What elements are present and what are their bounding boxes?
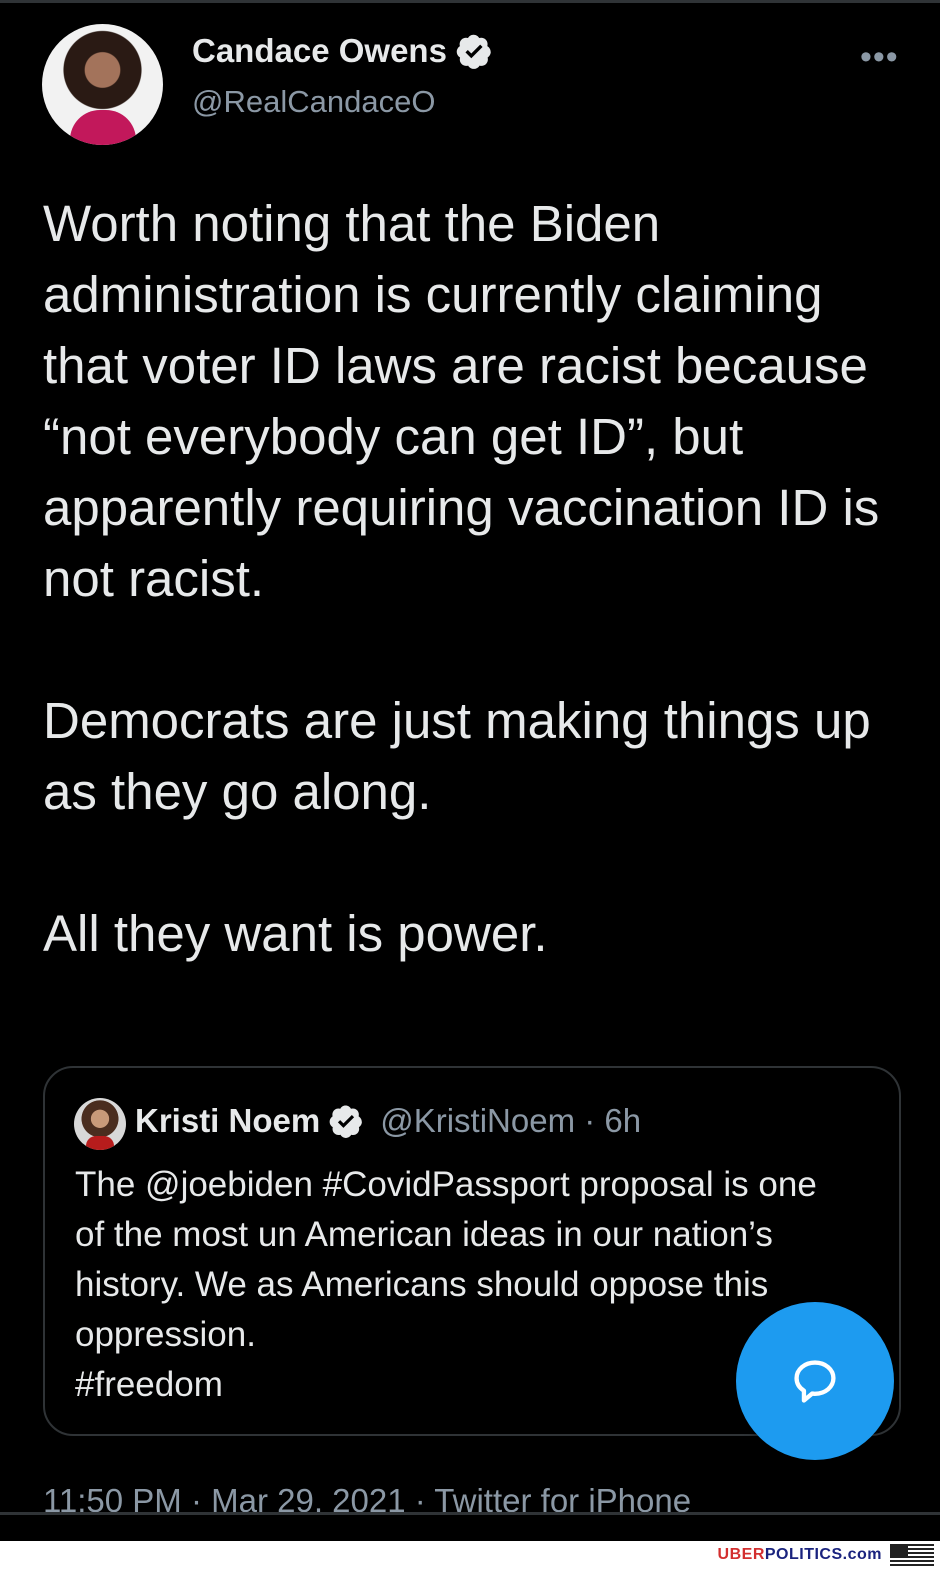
reply-fab-button[interactable] <box>736 1302 894 1460</box>
quoted-author-name: Kristi Noem <box>135 1102 321 1139</box>
author-avatar[interactable] <box>42 24 163 145</box>
quoted-author-avatar <box>74 1098 126 1150</box>
us-flag-icon <box>890 1544 934 1566</box>
quoted-text-line: of the most un American ideas in our nat… <box>75 1215 773 1254</box>
quoted-author-handle: @KristiNoem · 6h <box>380 1102 642 1139</box>
tweet-paragraph: Worth noting that the Biden administrati… <box>43 195 880 607</box>
bottom-spacer <box>0 1515 940 1541</box>
author-name[interactable]: Candace Owens <box>192 32 447 70</box>
tweet-paragraph: All they want is power. <box>43 905 548 962</box>
quoted-text-line: history. We as Americans should oppose t… <box>75 1265 769 1304</box>
verified-badge-icon <box>456 34 491 69</box>
more-options-icon[interactable]: ••• <box>860 38 899 77</box>
author-name-row[interactable]: Candace Owens <box>192 32 493 70</box>
tweet-text: Worth noting that the Biden administrati… <box>43 188 903 969</box>
watermark-bar: UBERPOLITICS.com <box>0 1541 940 1569</box>
verified-badge-icon <box>329 1105 363 1138</box>
quoted-author-row: Kristi Noem @KristiNoem · 6h <box>135 1102 641 1140</box>
tweet-paragraph: Democrats are just making things up as t… <box>43 692 871 820</box>
top-divider <box>0 0 940 3</box>
author-handle[interactable]: @RealCandaceO <box>192 84 435 120</box>
quoted-text-line: The @joebiden #CovidPassport proposal is… <box>75 1165 817 1204</box>
reply-bubble-icon <box>794 1360 836 1403</box>
watermark-text: UBERPOLITICS.com <box>717 1546 882 1563</box>
